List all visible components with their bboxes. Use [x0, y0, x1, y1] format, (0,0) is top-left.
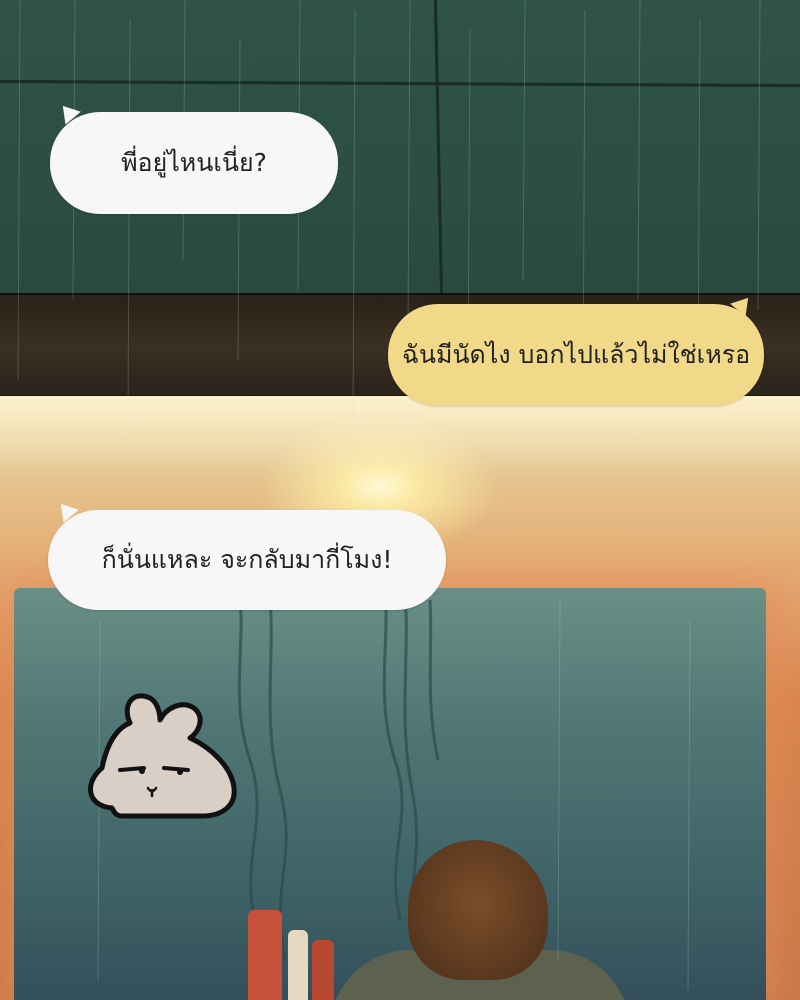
- speech-bubble: ก็นั่นแหละ จะกลับมากี่โมง!: [48, 510, 446, 610]
- comic-panel: พี่อยู่ไหนเนี่ย? ฉันมีนัดไง บอกไปแล้วไม่…: [0, 0, 800, 1000]
- speech-bubble: พี่อยู่ไหนเนี่ย?: [50, 112, 338, 214]
- grumpy-bunny-icon: [88, 693, 237, 819]
- dialogue-text: ก็นั่นแหละ จะกลับมากี่โมง!: [101, 545, 393, 574]
- dialogue-text: ฉันมีนัดไง บอกไปแล้วไม่ใช่เหรอ: [401, 340, 751, 369]
- dialogue-text: พี่อยู่ไหนเนี่ย?: [121, 148, 267, 177]
- speech-bubble-reply: ฉันมีนัดไง บอกไปแล้วไม่ใช่เหรอ: [388, 304, 764, 406]
